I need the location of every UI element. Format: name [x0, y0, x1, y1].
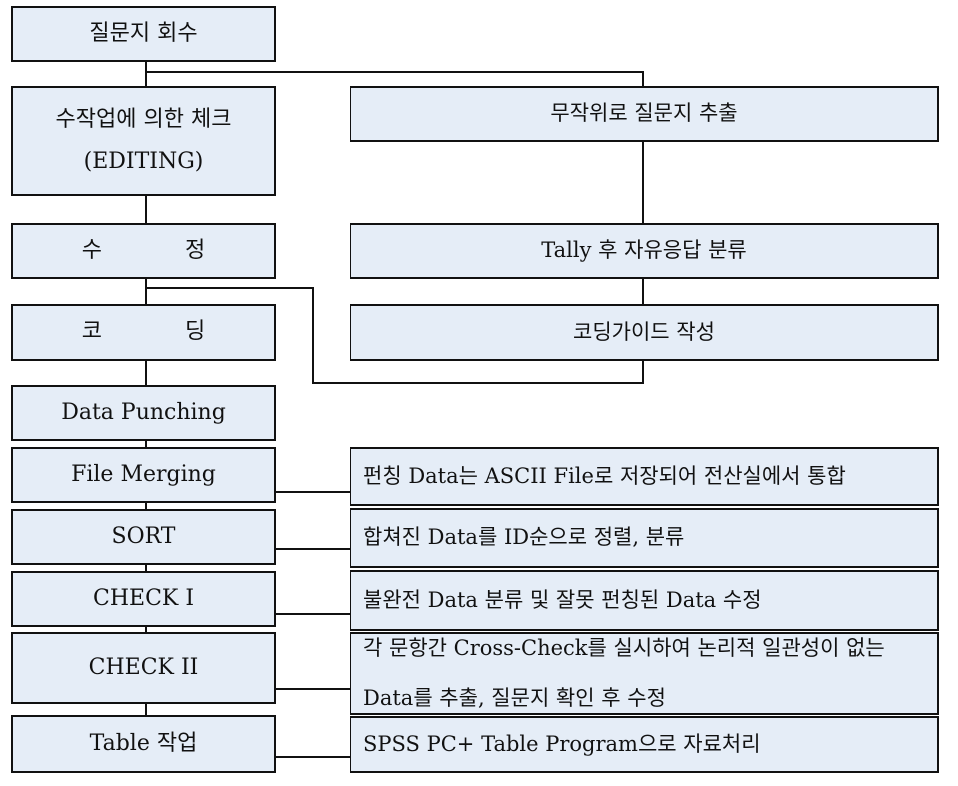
- description-connector: [275, 688, 351, 690]
- side-connector: [642, 278, 644, 305]
- spine-connector: [145, 61, 147, 87]
- step-label: Data Punching: [61, 399, 226, 425]
- description-text-line2: Data를 추출, 질문지 확인 후 수정: [363, 685, 666, 710]
- step-sublabel: (EDITING): [83, 149, 204, 174]
- loop-connector-vertical: [312, 287, 314, 384]
- step-coding: 코 딩: [11, 304, 276, 361]
- side-step-label: 코딩가이드 작성: [573, 319, 715, 344]
- step-label: 수작업에 의한 체크: [55, 106, 232, 132]
- step-label: File Merging: [71, 461, 216, 487]
- step-check-2: CHECK II: [11, 632, 276, 704]
- side-connector-top: [642, 71, 644, 87]
- step-file-merging: File Merging: [11, 447, 276, 503]
- description-text: SPSS PC+ Table Program으로 자료처리: [363, 731, 761, 756]
- step-label: 코 딩: [81, 319, 244, 345]
- step-label: SORT: [111, 523, 176, 549]
- step-manual-editing: 수작업에 의한 체크 (EDITING): [11, 86, 276, 196]
- loop-connector-bottom: [312, 382, 644, 384]
- step-label: 질문지 회수: [89, 20, 198, 46]
- spine-connector: [145, 360, 147, 387]
- step-label: CHECK II: [88, 654, 199, 680]
- step-check-1: CHECK I: [11, 571, 276, 627]
- description-text: 불완전 Data 분류 및 잘못 펀칭된 Data 수정: [363, 587, 762, 612]
- description-table: SPSS PC+ Table Program으로 자료처리: [350, 716, 939, 773]
- step-table: Table 작업: [11, 715, 276, 773]
- side-step-coding-guide: 코딩가이드 작성: [350, 304, 939, 361]
- description-connector: [275, 756, 351, 758]
- step-collect-questionnaire: 질문지 회수: [11, 6, 276, 62]
- description-file-merging: 펀칭 Data는 ASCII File로 저장되어 전산실에서 통합: [350, 447, 939, 506]
- side-step-random-extract: 무작위로 질문지 추출: [350, 86, 939, 142]
- side-connector: [642, 141, 644, 223]
- step-label: CHECK I: [92, 585, 195, 611]
- description-connector: [275, 548, 351, 550]
- side-connector-bottom: [642, 360, 644, 384]
- description-text: 합쳐진 Data를 ID순으로 정렬, 분류: [363, 525, 685, 550]
- branch-connector-to-side-flow: [145, 71, 644, 73]
- spine-connector: [145, 195, 147, 223]
- description-sort: 합쳐진 Data를 ID순으로 정렬, 분류: [350, 508, 939, 568]
- side-step-label: Tally 후 자유응답 분류: [541, 238, 747, 263]
- step-sort: SORT: [11, 509, 276, 565]
- step-data-punching: Data Punching: [11, 385, 276, 441]
- description-check-1: 불완전 Data 분류 및 잘못 펀칭된 Data 수정: [350, 570, 939, 631]
- step-correction: 수 정: [11, 223, 276, 279]
- description-text-line1: 각 문항간 Cross-Check를 실시하여 논리적 일관성이 없는: [363, 636, 885, 660]
- side-step-label: 무작위로 질문지 추출: [550, 101, 738, 126]
- description-text: 펀칭 Data는 ASCII File로 저장되어 전산실에서 통합: [363, 463, 846, 488]
- description-check-2: 각 문항간 Cross-Check를 실시하여 논리적 일관성이 없는 Data…: [350, 632, 939, 715]
- description-connector: [275, 613, 351, 615]
- loop-connector-top: [145, 287, 314, 289]
- description-connector: [275, 491, 351, 493]
- step-label: Table 작업: [89, 730, 198, 756]
- spine-connector: [145, 278, 147, 305]
- side-step-tally: Tally 후 자유응답 분류: [350, 223, 939, 279]
- step-label: 수 정: [81, 237, 244, 263]
